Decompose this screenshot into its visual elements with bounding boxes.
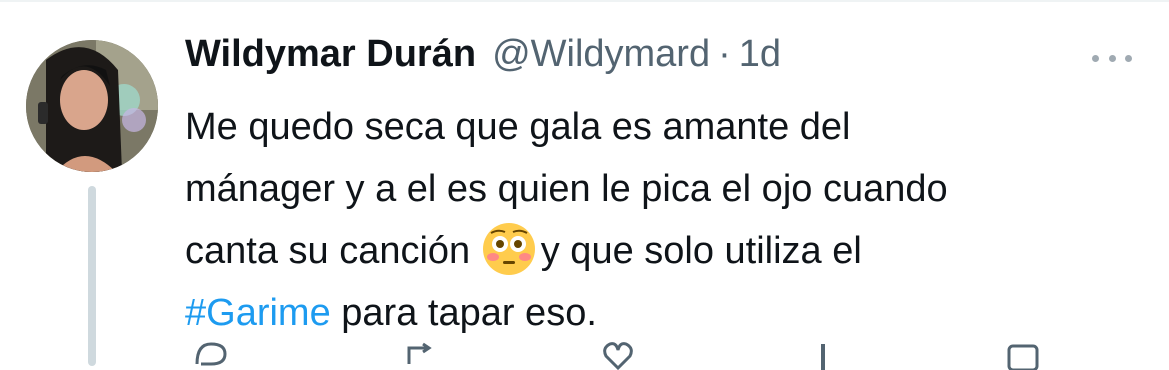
hashtag-link[interactable]: #Garime	[185, 292, 331, 334]
tweet-line-3-before: canta su canción	[185, 230, 481, 272]
like-icon[interactable]	[600, 340, 636, 370]
separator: ·	[718, 33, 731, 75]
tweet-line-2: mánager y a el es quien le pica el ojo c…	[185, 168, 948, 210]
timestamp[interactable]: 1d	[739, 33, 781, 76]
avatar[interactable]	[26, 40, 158, 172]
more-options-icon[interactable]	[1092, 40, 1132, 76]
display-name[interactable]: Wildymar Durán	[185, 33, 476, 76]
retweet-icon[interactable]	[403, 340, 439, 370]
action-bar	[185, 340, 1085, 370]
views-icon[interactable]	[805, 340, 841, 370]
top-divider	[0, 0, 1169, 2]
tweet-line-4: #Garime para tapar eso.	[185, 282, 1145, 344]
share-icon[interactable]	[1005, 340, 1041, 370]
tweet-line-1: Me quedo seca que gala es amante del	[185, 106, 851, 148]
flushed-face-emoji-icon	[481, 221, 537, 277]
tweet-text: Me quedo seca que gala es amante del mán…	[185, 96, 1145, 344]
tweet-line-3-after: y que solo utiliza el	[540, 230, 862, 272]
thread-line	[88, 186, 96, 366]
reply-icon[interactable]	[193, 340, 229, 370]
tweet-line-3: canta su canción y que solo utiliza el	[185, 220, 1145, 282]
tweet-header: Wildymar Durán @Wildymard · 1d	[185, 33, 781, 87]
tweet-line-4-after: para tapar eso.	[330, 292, 597, 334]
handle[interactable]: @Wildymard	[492, 33, 710, 76]
